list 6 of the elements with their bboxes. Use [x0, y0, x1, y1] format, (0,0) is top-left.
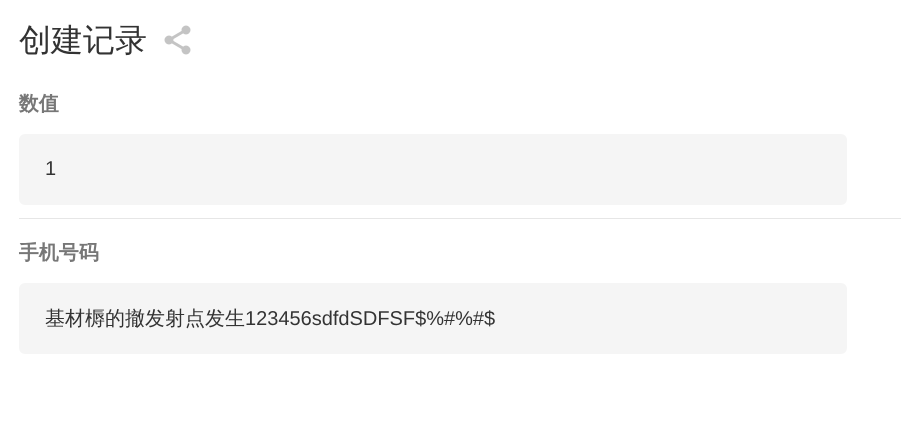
share-icon[interactable]	[163, 25, 193, 55]
field-label: 数值	[19, 92, 60, 117]
page-title: 创建记录	[19, 21, 147, 60]
input-field[interactable]: 1	[19, 134, 847, 205]
input-field[interactable]: 基材槈的撤发射点发生123456sdfdSDFSF$%#%#$	[19, 283, 847, 354]
field-label: 手机号码	[19, 241, 100, 266]
